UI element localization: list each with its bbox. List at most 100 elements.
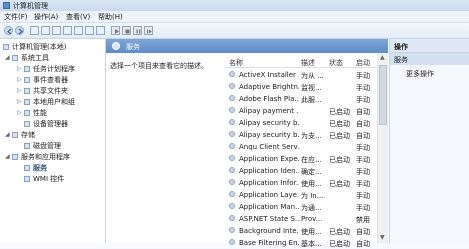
service-name: ActiveX Installer ...	[239, 71, 299, 79]
tree-item-services[interactable]: 服务	[24, 163, 47, 173]
service-row[interactable]: Alipay security b... 为支... 已启动 自动	[225, 129, 388, 140]
event-log-icon	[24, 77, 30, 83]
service-row[interactable]: Application Expe... 在应... 已启动 手动	[225, 153, 388, 164]
computer-icon	[3, 44, 9, 50]
tree-item-shared-folders[interactable]: ▷ 共享文件夹	[17, 86, 68, 96]
column-description[interactable]: 描述	[301, 58, 315, 68]
users-icon	[24, 99, 30, 105]
service-description-cell: 确定...	[301, 168, 322, 176]
tree-item-local-users-groups[interactable]: ▷ 本地用户和组	[17, 97, 75, 107]
service-startup-type: 手动	[356, 96, 370, 104]
collapse-icon[interactable]: ◢	[5, 153, 10, 160]
tree-item-label: 任务计划程序	[33, 65, 75, 73]
tree-item-computer-management[interactable]: 计算机管理(本地)	[3, 42, 66, 52]
column-status[interactable]: 状态	[329, 58, 343, 68]
service-startup-type: 自动	[356, 228, 370, 236]
tree-item-wmi-control[interactable]: WMI 控件	[24, 174, 64, 184]
service-row[interactable]: Application Infor... 使用... 已启动 手动	[225, 177, 388, 188]
up-folder-icon[interactable]	[30, 26, 39, 35]
expand-icon[interactable]: ▷	[17, 65, 22, 72]
more-actions-link[interactable]: 更多操作	[406, 69, 434, 79]
service-row[interactable]: Anqu Client Serv... 手动	[225, 141, 388, 152]
properties-icon[interactable]	[96, 26, 105, 35]
column-name[interactable]: 名称	[229, 58, 243, 68]
service-row[interactable]: Alipay security b... 已启动 自动	[225, 117, 388, 128]
expand-icon[interactable]: ▷	[17, 87, 22, 94]
actions-header-title: 操作	[394, 43, 408, 51]
refresh-icon[interactable]	[63, 26, 72, 35]
window-title: 计算机管理	[13, 2, 48, 10]
service-gear-icon	[229, 179, 235, 185]
services-gear-icon	[24, 165, 30, 171]
service-startup-type: 自动	[356, 132, 370, 140]
actions-section-services[interactable]: 服务	[390, 53, 469, 65]
back-icon[interactable]	[4, 26, 13, 35]
view-icon[interactable]	[52, 26, 61, 35]
clock-icon	[24, 66, 30, 72]
tree-item-device-manager[interactable]: 设备管理器	[24, 119, 68, 129]
stop-service-icon[interactable]	[122, 26, 131, 35]
tree-item-disk-management[interactable]: 磁盘管理	[24, 141, 61, 151]
service-startup-type: 手动	[356, 204, 370, 212]
service-row[interactable]: Background Inte... 使用... 已启动 自动	[225, 225, 388, 236]
tree-item-label: 性能	[33, 109, 47, 117]
collapse-icon[interactable]: ◢	[5, 54, 10, 61]
tree-item-task-scheduler[interactable]: ▷ 任务计划程序	[17, 64, 75, 74]
scroll-thumb[interactable]	[379, 65, 387, 125]
title-bar: 计算机管理	[0, 0, 469, 11]
tree-item-label: 计算机管理(本地)	[12, 43, 67, 51]
services-gear-icon	[112, 42, 120, 50]
services-scrollbar[interactable]: ▲ ▼	[377, 53, 388, 243]
tree-item-event-viewer[interactable]: ▷ 事件查看器	[17, 75, 68, 85]
service-name: Adaptive Brightn...	[239, 83, 299, 91]
service-row[interactable]: ASP.NET State S... Prov... 禁用	[225, 213, 388, 224]
service-description-cell: 使用...	[301, 228, 322, 236]
service-name: Base Filtering En...	[239, 239, 299, 247]
tree-item-services-applications[interactable]: ◢ 服务和应用程序	[5, 152, 70, 162]
service-gear-icon	[229, 143, 235, 149]
service-row[interactable]: Application Iden... 确定... 手动	[225, 165, 388, 176]
restart-service-icon[interactable]	[144, 26, 153, 35]
menu-help[interactable]: 帮助(H)	[98, 12, 123, 22]
service-name: Adobe Flash Pla...	[239, 95, 299, 103]
service-startup-type: 手动	[356, 84, 370, 92]
service-row[interactable]: Adobe Flash Pla... 此服... 手动	[225, 93, 388, 104]
scroll-down-icon[interactable]: ▼	[380, 235, 386, 241]
service-row[interactable]: ActiveX Installer ... 为从 ... 手动	[225, 69, 388, 80]
service-gear-icon	[229, 167, 235, 173]
tree-item-storage[interactable]: ◢ 存储	[5, 130, 35, 140]
column-startup-type[interactable]: 启动	[356, 58, 370, 68]
tree-item-performance[interactable]: ▷ 性能	[17, 108, 47, 118]
service-row[interactable]: Alipay payment ... 已启动 自动	[225, 105, 388, 116]
service-name: Alipay security b...	[239, 119, 299, 127]
wmi-icon	[24, 176, 30, 182]
export-list-icon[interactable]	[74, 26, 83, 35]
service-row[interactable]: Application Man... 为通... 手动	[225, 201, 388, 212]
service-startup-type: 手动	[356, 72, 370, 80]
service-gear-icon	[229, 239, 235, 245]
tree-item-label: 存储	[21, 131, 35, 139]
tree-item-label: 系统工具	[21, 54, 49, 62]
forward-icon[interactable]	[15, 26, 24, 35]
service-gear-icon	[229, 191, 235, 197]
start-service-icon[interactable]	[111, 26, 120, 35]
expand-icon[interactable]: ▷	[17, 98, 22, 105]
scroll-up-icon[interactable]: ▲	[380, 55, 386, 61]
expand-icon[interactable]: ▷	[17, 76, 22, 83]
service-description-cell: 使用...	[301, 180, 322, 188]
service-row[interactable]: Adaptive Brightn... 监视... 手动	[225, 81, 388, 92]
service-row[interactable]: Application Laye... 为 In... 手动	[225, 189, 388, 200]
menu-view[interactable]: 查看(V)	[66, 12, 90, 22]
collapse-icon[interactable]: ◢	[5, 131, 10, 138]
help-icon[interactable]	[85, 26, 94, 35]
actions-pane: 操作 服务 更多操作	[389, 39, 469, 243]
pause-service-icon[interactable]	[133, 26, 142, 35]
services-header-title: 服务	[126, 43, 140, 51]
service-name: Application Iden...	[239, 167, 299, 175]
menu-action[interactable]: 操作(A)	[34, 12, 58, 22]
service-description-cell: Prov...	[301, 215, 323, 223]
show-tree-icon[interactable]	[41, 26, 50, 35]
tree-item-system-tools[interactable]: ◢ 系统工具	[5, 53, 49, 63]
menu-file[interactable]: 文件(F)	[4, 12, 28, 22]
expand-icon[interactable]: ▷	[17, 109, 22, 116]
